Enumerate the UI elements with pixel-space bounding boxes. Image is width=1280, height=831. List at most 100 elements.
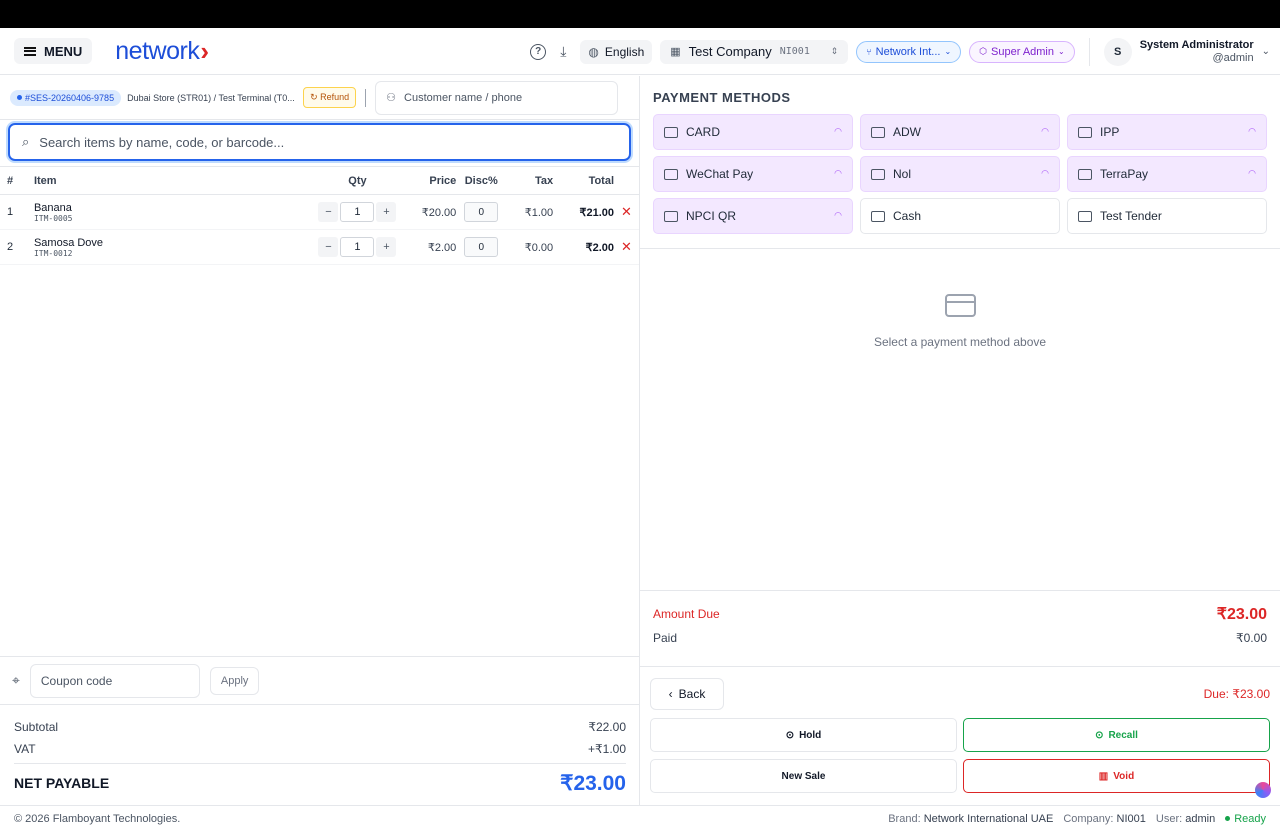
network-label: Network Int... bbox=[875, 45, 941, 58]
hold-label: Hold bbox=[799, 729, 822, 741]
payment-method-label: CARD bbox=[686, 125, 721, 139]
user-name: System Administrator bbox=[1139, 38, 1254, 51]
col-no: # bbox=[7, 174, 14, 187]
payment-method-label: NPCI QR bbox=[686, 209, 737, 223]
avatar[interactable]: S bbox=[1103, 37, 1132, 66]
qty-increase-button[interactable]: + bbox=[376, 237, 397, 257]
hold-button[interactable]: ⊙ Hold bbox=[650, 718, 957, 752]
brand-value: Network International UAE bbox=[923, 812, 1054, 825]
new-sale-button[interactable]: New Sale bbox=[650, 759, 957, 793]
net-payable-value: ₹23.00 bbox=[560, 771, 626, 795]
user-value: admin bbox=[1185, 812, 1216, 825]
col-disc: Disc% bbox=[464, 174, 498, 187]
company-selector[interactable]: ▦ Test Company NI001 ⇕ bbox=[660, 39, 849, 64]
wallet-icon bbox=[1078, 168, 1092, 180]
action-bar: ‹ Back Due: ₹23.00 ⊙ Hold ⊙ Recall New Sale… bbox=[640, 667, 1280, 793]
brand-label: Brand: bbox=[888, 812, 921, 825]
status-badge: Ready bbox=[1225, 813, 1266, 825]
coupon-input[interactable]: Coupon code bbox=[29, 663, 200, 698]
subtotal-label: Subtotal bbox=[14, 720, 59, 734]
brand-logo[interactable]: network › bbox=[115, 36, 209, 67]
contactless-icon: ◠ bbox=[1248, 126, 1256, 136]
payment-method-ipp[interactable]: IPP ◠ bbox=[1067, 114, 1267, 150]
payment-method-card[interactable]: CARD ◠ bbox=[653, 114, 853, 150]
totals-section: Subtotal ₹22.00 VAT +₹1.00 NET PAYABLE ₹23.… bbox=[14, 716, 626, 799]
network-selector[interactable]: ⑂ Network Int... ⌄ bbox=[856, 40, 962, 63]
header-divider bbox=[1088, 37, 1090, 66]
qty-input[interactable]: 1 bbox=[340, 237, 375, 257]
payment-method-adw[interactable]: ADW ◠ bbox=[860, 114, 1060, 150]
back-label: Back bbox=[678, 687, 706, 701]
wallet-icon bbox=[1078, 210, 1092, 222]
user-chevron-icon[interactable]: ⌄ bbox=[1262, 46, 1270, 57]
item-search-input[interactable]: ⌕ Search items by name, code, or barcode… bbox=[8, 123, 631, 161]
company-value: NI001 bbox=[1116, 812, 1146, 825]
chevron-left-icon: ‹ bbox=[668, 687, 673, 701]
qty-input[interactable]: 1 bbox=[340, 202, 375, 222]
item-name: Banana bbox=[33, 201, 72, 214]
item-tax: ₹0.00 bbox=[524, 241, 554, 254]
payment-method-cash[interactable]: Cash bbox=[860, 198, 1060, 234]
company-code: NI001 bbox=[779, 46, 810, 57]
contactless-icon: ◠ bbox=[1041, 126, 1049, 136]
subtotal-value: ₹22.00 bbox=[588, 720, 626, 734]
refund-button[interactable]: ↻ Refund bbox=[303, 87, 357, 108]
row-item: Samosa Dove ITM-0012 bbox=[34, 237, 316, 258]
user-label: User: bbox=[1155, 812, 1183, 825]
menu-label: MENU bbox=[44, 43, 83, 59]
payment-method-label: Nol bbox=[893, 167, 912, 181]
updown-icon: ⇕ bbox=[830, 46, 839, 56]
payment-hint: Select a payment method above bbox=[873, 335, 1047, 349]
building-icon: ▦ bbox=[670, 46, 681, 58]
assistant-bubble-icon[interactable] bbox=[1255, 782, 1271, 798]
col-qty: Qty bbox=[348, 174, 367, 187]
remove-item-icon[interactable]: ✕ bbox=[614, 239, 639, 255]
discount-input[interactable]: 0 bbox=[464, 237, 499, 257]
refund-label: Refund bbox=[320, 92, 350, 102]
status-label: Ready bbox=[1234, 812, 1266, 825]
language-selector[interactable]: ◍ English bbox=[580, 39, 653, 64]
system-top-bar bbox=[0, 0, 1280, 28]
payment-method-npci-qr[interactable]: NPCI QR ◠ bbox=[653, 198, 853, 234]
row-item: Banana ITM-0005 bbox=[34, 202, 316, 223]
item-tax: ₹1.00 bbox=[524, 206, 554, 219]
payment-method-test-tender[interactable]: Test Tender bbox=[1067, 198, 1267, 234]
qty-decrease-button[interactable]: − bbox=[318, 202, 339, 222]
apply-coupon-button[interactable]: Apply bbox=[209, 666, 260, 695]
payment-method-nol[interactable]: Nol ◠ bbox=[860, 156, 1060, 192]
status-footer: © 2026 Flamboyant Technologies. Brand: N… bbox=[0, 805, 1280, 831]
wallet-icon bbox=[871, 168, 885, 180]
refund-icon: ↻ bbox=[310, 92, 318, 102]
qty-decrease-button[interactable]: − bbox=[318, 237, 339, 257]
void-button[interactable]: ▥ Void bbox=[963, 759, 1270, 793]
payment-method-wechat[interactable]: WeChat Pay ◠ bbox=[653, 156, 853, 192]
back-button[interactable]: ‹ Back bbox=[650, 678, 724, 710]
download-icon[interactable]: ⤓ bbox=[560, 43, 566, 60]
cart-table-header: # Item Qty Price Disc% Tax Total bbox=[0, 167, 639, 195]
item-name: Samosa Dove bbox=[33, 236, 104, 249]
customer-input[interactable]: ⚇ Customer name / phone bbox=[375, 80, 619, 115]
qty-increase-button[interactable]: + bbox=[376, 202, 397, 222]
chevron-down-icon: ⌄ bbox=[1058, 47, 1065, 56]
contactless-icon: ◠ bbox=[834, 126, 842, 136]
logo-text: network bbox=[115, 36, 200, 65]
status-dot-icon bbox=[1225, 816, 1231, 821]
recall-button[interactable]: ⊙ Recall bbox=[963, 718, 1270, 752]
wallet-icon bbox=[1078, 126, 1092, 138]
discount-input[interactable]: 0 bbox=[464, 202, 499, 222]
amount-due-section: Amount Due ₹23.00 Paid ₹0.00 bbox=[640, 590, 1280, 667]
search-icon: ⌕ bbox=[22, 134, 30, 149]
card-icon bbox=[664, 126, 678, 138]
help-icon[interactable]: ? bbox=[530, 43, 547, 60]
menu-button[interactable]: MENU bbox=[14, 38, 93, 64]
role-selector[interactable]: ⬡ Super Admin ⌄ bbox=[969, 40, 1075, 63]
pause-icon: ⊙ bbox=[785, 729, 795, 741]
paid-label: Paid bbox=[653, 631, 678, 645]
payment-method-terrapay[interactable]: TerraPay ◠ bbox=[1067, 156, 1267, 192]
user-info[interactable]: System Administrator @admin bbox=[1140, 39, 1254, 65]
remove-item-icon[interactable]: ✕ bbox=[614, 204, 639, 220]
row-number: 2 bbox=[7, 241, 14, 253]
cart-table: # Item Qty Price Disc% Tax Total 1 Banan… bbox=[0, 166, 639, 265]
item-price: ₹20.00 bbox=[421, 206, 457, 219]
vat-value: +₹1.00 bbox=[588, 742, 626, 756]
